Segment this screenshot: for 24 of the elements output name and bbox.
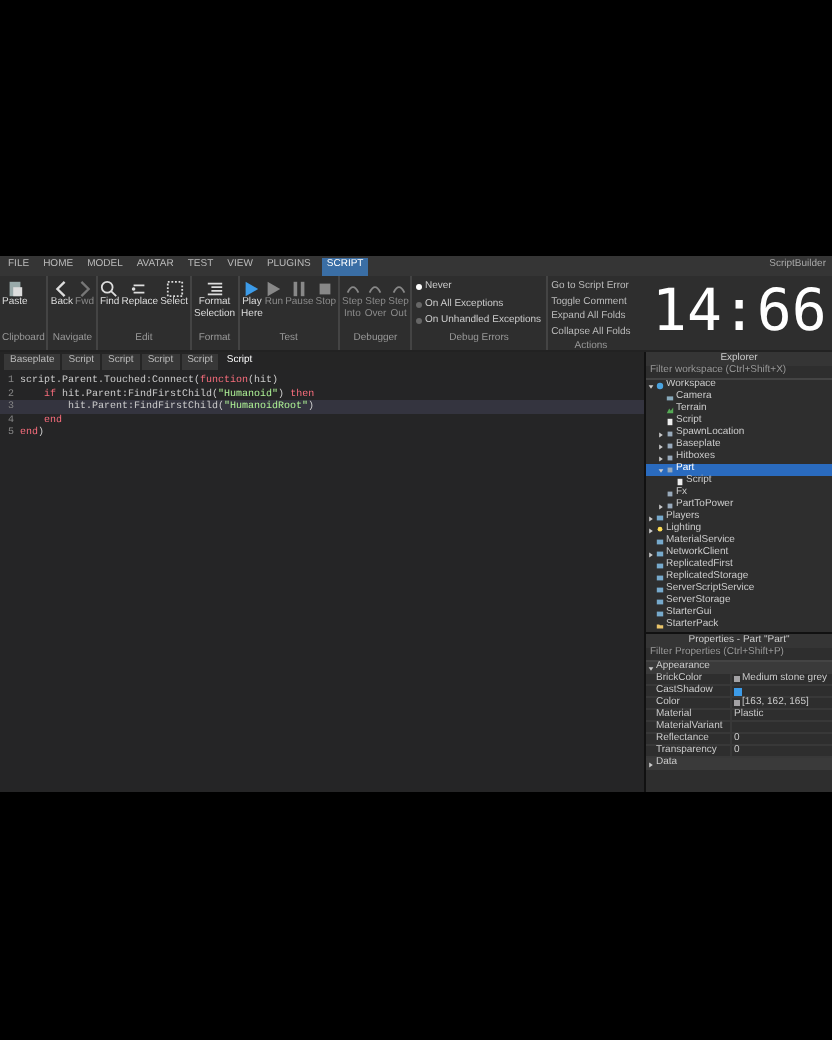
folder-icon — [656, 622, 664, 630]
expanded-arrow-icon — [658, 467, 664, 473]
expanded-arrow-icon — [648, 383, 654, 389]
expanded-arrow-icon — [648, 665, 654, 671]
terrain-icon — [666, 406, 674, 414]
script-icon — [676, 478, 684, 486]
collapsed-arrow-icon — [648, 551, 654, 557]
forward-icon — [75, 280, 94, 298]
collapsed-arrow-icon — [648, 761, 654, 767]
light-icon — [656, 526, 664, 534]
stop-icon — [316, 280, 335, 298]
globe-icon — [656, 382, 664, 390]
replace-icon — [130, 280, 149, 298]
service-icon — [656, 514, 664, 522]
camera-icon — [666, 394, 674, 402]
script-icon — [666, 418, 674, 426]
pause-icon — [290, 280, 309, 298]
checkbox[interactable] — [734, 687, 742, 695]
clipboard-icon — [5, 280, 24, 298]
back-icon — [52, 280, 71, 298]
search-icon — [100, 280, 119, 298]
lines-icon — [205, 280, 224, 298]
timer-overlay: 14:66 — [652, 282, 827, 340]
selection-icon — [165, 280, 184, 298]
